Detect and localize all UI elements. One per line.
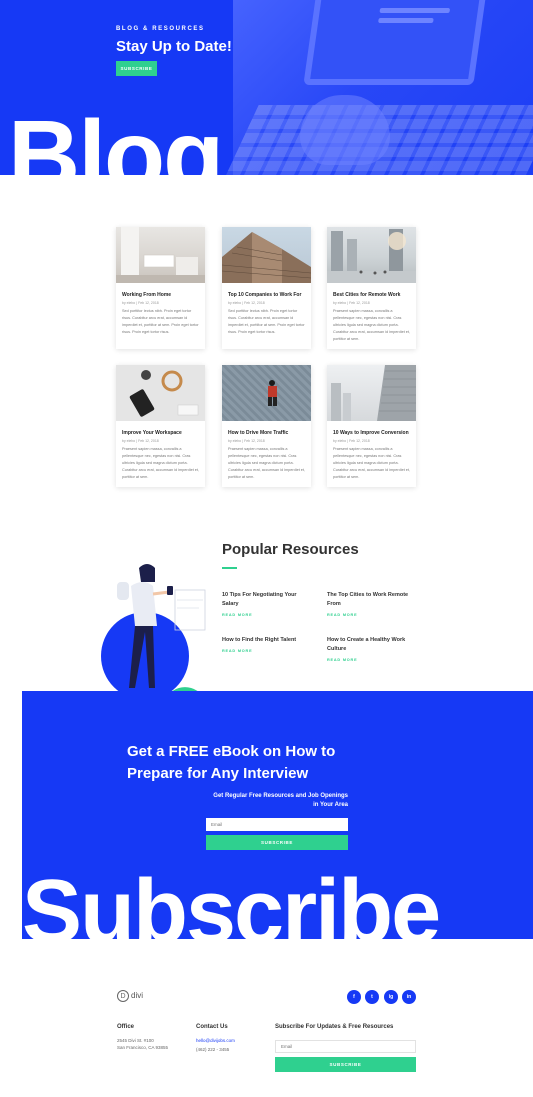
ebook-subscribe-button[interactable]: SUBSCRIBE bbox=[206, 835, 348, 850]
divi-logo-icon[interactable]: D bbox=[117, 990, 129, 1002]
card-meta: by elebo | Feb 12, 2018 bbox=[333, 301, 370, 305]
blog-card[interactable]: How to Drive More Traffic by elebo | Feb… bbox=[222, 365, 311, 487]
blog-card[interactable]: Top 10 Companies to Work For by elebo | … bbox=[222, 227, 311, 349]
ebook-subtext: Get Regular Free Resources and Job Openi… bbox=[213, 793, 348, 808]
office-address-line1: 2545 Divi St. #100 bbox=[117, 1038, 154, 1043]
blog-card[interactable]: Best Cities for Remote Work by elebo | F… bbox=[327, 227, 416, 349]
person-with-phone-illustration bbox=[101, 564, 206, 695]
card-image-home-office[interactable] bbox=[116, 227, 205, 283]
card-meta: by elebo | Feb 12, 2018 bbox=[228, 439, 265, 443]
card-excerpt: Sed porttitor lectus nibh. Proin eget to… bbox=[228, 309, 305, 334]
card-meta: by elebo | Feb 12, 2018 bbox=[228, 301, 265, 305]
headphones-phone-icon bbox=[129, 370, 199, 417]
newsletter-heading: Subscribe For Updates & Free Resources bbox=[275, 1024, 394, 1030]
hero-big-word: Blog bbox=[8, 100, 224, 175]
card-title[interactable]: Working From Home bbox=[122, 292, 171, 298]
card-excerpt: Praesent sapien massa, convallis a pelle… bbox=[228, 447, 306, 479]
blog-card[interactable]: Improve Your Workspace by elebo | Feb 12… bbox=[116, 365, 205, 487]
card-excerpt: Praesent sapien massa, convallis a pelle… bbox=[333, 447, 411, 479]
card-image-skyscrapers[interactable] bbox=[327, 365, 416, 421]
divi-logo-text[interactable]: divi bbox=[131, 991, 143, 1000]
resource-title[interactable]: The Top Cities to Work Remote From bbox=[327, 591, 417, 609]
card-title[interactable]: Best Cities for Remote Work bbox=[333, 292, 400, 298]
hero-section: BLOG & RESOURCES Stay Up to Date! SUBSCR… bbox=[0, 0, 533, 175]
card-title[interactable]: 10 Ways to Improve Conversion bbox=[333, 430, 409, 436]
hand-illustration bbox=[300, 95, 390, 165]
card-meta: by elebo | Feb 12, 2018 bbox=[333, 439, 370, 443]
subscribe-big-word: Subscribe bbox=[22, 862, 441, 939]
card-title[interactable]: How to Drive More Traffic bbox=[228, 430, 288, 436]
skyscraper-icon bbox=[331, 365, 416, 421]
newsletter-subscribe-button[interactable]: SUBSCRIBE bbox=[275, 1057, 416, 1072]
card-meta: by elebo | Feb 12, 2018 bbox=[122, 301, 159, 305]
twitter-icon[interactable]: t bbox=[365, 990, 379, 1004]
blog-card[interactable]: Working From Home by elebo | Feb 12, 201… bbox=[116, 227, 205, 349]
card-excerpt: Sed porttitor lectus nibh. Proin eget to… bbox=[122, 309, 199, 334]
linkedin-icon[interactable]: in bbox=[402, 990, 416, 1004]
contact-heading: Contact Us bbox=[196, 1024, 228, 1030]
newsletter-email-input[interactable] bbox=[275, 1040, 416, 1053]
ebook-heading: Get a FREE eBook on How to Prepare for A… bbox=[127, 743, 336, 782]
city-icon bbox=[327, 229, 416, 283]
office-heading: Office bbox=[117, 1024, 135, 1030]
card-title[interactable]: Top 10 Companies to Work For bbox=[228, 292, 301, 298]
ebook-subscribe-section: Get a FREE eBook on How to Prepare for A… bbox=[22, 691, 533, 939]
resource-title[interactable]: How to Find the Right Talent bbox=[222, 636, 312, 645]
building-icon bbox=[222, 232, 311, 283]
screen-line bbox=[379, 8, 451, 13]
laptop-illustration bbox=[303, 0, 487, 85]
instagram-icon[interactable]: ig bbox=[384, 990, 398, 1004]
home-office-icon bbox=[116, 227, 205, 283]
ebook-email-input[interactable] bbox=[206, 818, 348, 831]
card-image-building[interactable] bbox=[222, 227, 311, 283]
resource-title[interactable]: 10 Tips For Negotiating Your Salary bbox=[222, 591, 312, 609]
hero-kicker: BLOG & RESOURCES bbox=[116, 26, 205, 32]
person-walking-icon bbox=[268, 380, 277, 406]
contact-email-link[interactable]: hello@divijobs.com bbox=[196, 1037, 235, 1044]
card-excerpt: Praesent sapien massa, convallis a pelle… bbox=[333, 309, 411, 341]
hero-subscribe-button[interactable]: SUBSCRIBE bbox=[116, 61, 157, 76]
blog-card[interactable]: 10 Ways to Improve Conversion by elebo |… bbox=[327, 365, 416, 487]
read-more-link[interactable]: READ MORE bbox=[327, 613, 357, 617]
hero-title: Stay Up to Date! bbox=[116, 38, 232, 55]
read-more-link[interactable]: READ MORE bbox=[222, 649, 252, 653]
facebook-icon[interactable]: f bbox=[347, 990, 361, 1004]
contact-phone: (462) 222 - 3455 bbox=[196, 1047, 230, 1052]
card-meta: by elebo | Feb 12, 2018 bbox=[122, 439, 159, 443]
screen-line bbox=[378, 18, 434, 23]
read-more-link[interactable]: READ MORE bbox=[327, 658, 357, 662]
card-excerpt: Praesent sapien massa, convallis a pelle… bbox=[122, 447, 200, 479]
office-address-line2: San Francisco, CA 93855 bbox=[117, 1045, 169, 1050]
resource-title[interactable]: How to Create a Healthy Work Culture bbox=[327, 636, 417, 654]
popular-resources-title: Popular Resources bbox=[222, 541, 359, 558]
card-image-traffic[interactable] bbox=[222, 365, 311, 421]
read-more-link[interactable]: READ MORE bbox=[222, 613, 252, 617]
card-image-workspace[interactable] bbox=[116, 365, 205, 421]
card-image-city[interactable] bbox=[327, 227, 416, 283]
card-title[interactable]: Improve Your Workspace bbox=[122, 430, 182, 436]
title-accent-line bbox=[222, 567, 237, 569]
